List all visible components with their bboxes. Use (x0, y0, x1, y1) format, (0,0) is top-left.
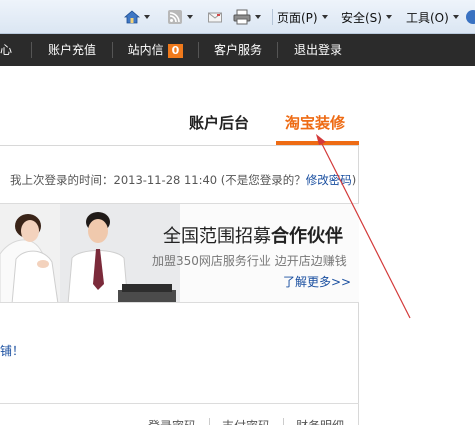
tools-menu-label: 工具(O) (406, 10, 449, 25)
help-button[interactable] (463, 7, 475, 27)
nav-item-label: 站内信 (127, 43, 164, 57)
nav-item-label: 客户服务 (213, 43, 262, 57)
link-divider (283, 418, 284, 425)
payment-password-link[interactable]: 支付密码 (222, 417, 270, 425)
nav-item-label: 心 (0, 43, 13, 57)
nav-item-member-center[interactable]: 心 (0, 34, 20, 66)
page-menu[interactable]: 页面(P) (277, 7, 328, 27)
mail-icon (208, 12, 222, 23)
tab-account-backend[interactable]: 账户后台 (189, 112, 249, 133)
safety-menu[interactable]: 安全(S) (341, 7, 392, 27)
banner-subtitle: 加盟350网店服务行业 边开店边赚钱 (152, 254, 347, 268)
print-button[interactable] (233, 7, 261, 27)
read-mail-button[interactable] (207, 7, 223, 27)
browser-command-bar: 页面(P) 安全(S) 工具(O) (0, 0, 475, 34)
nav-item-label: 退出登录 (293, 43, 342, 57)
message-count-badge: 0 (167, 44, 184, 58)
chevron-down-icon (385, 15, 392, 19)
tools-menu[interactable]: 工具(O) (406, 7, 459, 27)
feeds-button[interactable] (167, 7, 193, 27)
tab-label: 淘宝装修 (285, 114, 346, 132)
site-nav-bar: 心 账户充值 站内信 0 客户服务 退出登录 (0, 34, 475, 66)
tab-taobao-decoration[interactable]: 淘宝装修 (285, 112, 345, 133)
link-divider (209, 418, 210, 425)
page-menu-label: 页面(P) (277, 10, 318, 25)
chevron-down-icon (255, 15, 261, 19)
last-login-text: 我上次登录的时间：2013-11-28 11:40 (不是您登录的？ (10, 173, 306, 187)
partner-recruit-banner[interactable]: 全国范围招募合作伙伴 加盟350网店服务行业 边开店边赚钱 了解更多>> (0, 203, 359, 303)
nav-item-messages[interactable]: 站内信 0 (113, 34, 198, 66)
home-button[interactable] (124, 7, 150, 27)
safety-menu-label: 安全(S) (341, 10, 382, 25)
nav-item-label: 账户充值 (47, 43, 96, 57)
page: 页面(P) 安全(S) 工具(O) 心 账户充值 站内信 0 客户服务 退出登录… (0, 0, 475, 425)
notice-text-fragment: 铺！ (0, 344, 25, 358)
chevron-down-icon (321, 15, 328, 19)
learn-more-link[interactable]: 了解更多>> (283, 273, 351, 290)
home-icon (124, 10, 140, 24)
tab-divider-line (0, 145, 358, 146)
toolbar-divider (272, 9, 273, 25)
change-password-link[interactable]: 修改密码 (306, 173, 352, 187)
banner-title: 全国范围招募合作伙伴 (163, 222, 343, 248)
chevron-down-icon (144, 15, 150, 19)
banner-title-normal: 全国范围招募 (163, 226, 271, 247)
chevron-down-icon (187, 15, 193, 19)
chevron-down-icon (452, 15, 459, 19)
nav-item-recharge[interactable]: 账户充值 (32, 34, 112, 66)
finance-details-link[interactable]: 财务明细 (296, 417, 344, 425)
account-links-row: 登录密码 支付密码 财务明细 (0, 403, 359, 425)
nav-item-logout[interactable]: 退出登录 (278, 34, 358, 66)
rss-icon (168, 10, 182, 24)
tab-label: 账户后台 (189, 114, 250, 132)
banner-title-bold: 合作伙伴 (271, 226, 343, 247)
last-login-info: 我上次登录的时间：2013-11-28 11:40 (不是您登录的？修改密码) (10, 172, 356, 188)
printer-icon (233, 9, 251, 25)
last-login-suffix: ) (351, 173, 357, 187)
login-password-link[interactable]: 登录密码 (148, 417, 196, 425)
nav-item-customer-service[interactable]: 客户服务 (199, 34, 277, 66)
help-icon (466, 10, 475, 24)
